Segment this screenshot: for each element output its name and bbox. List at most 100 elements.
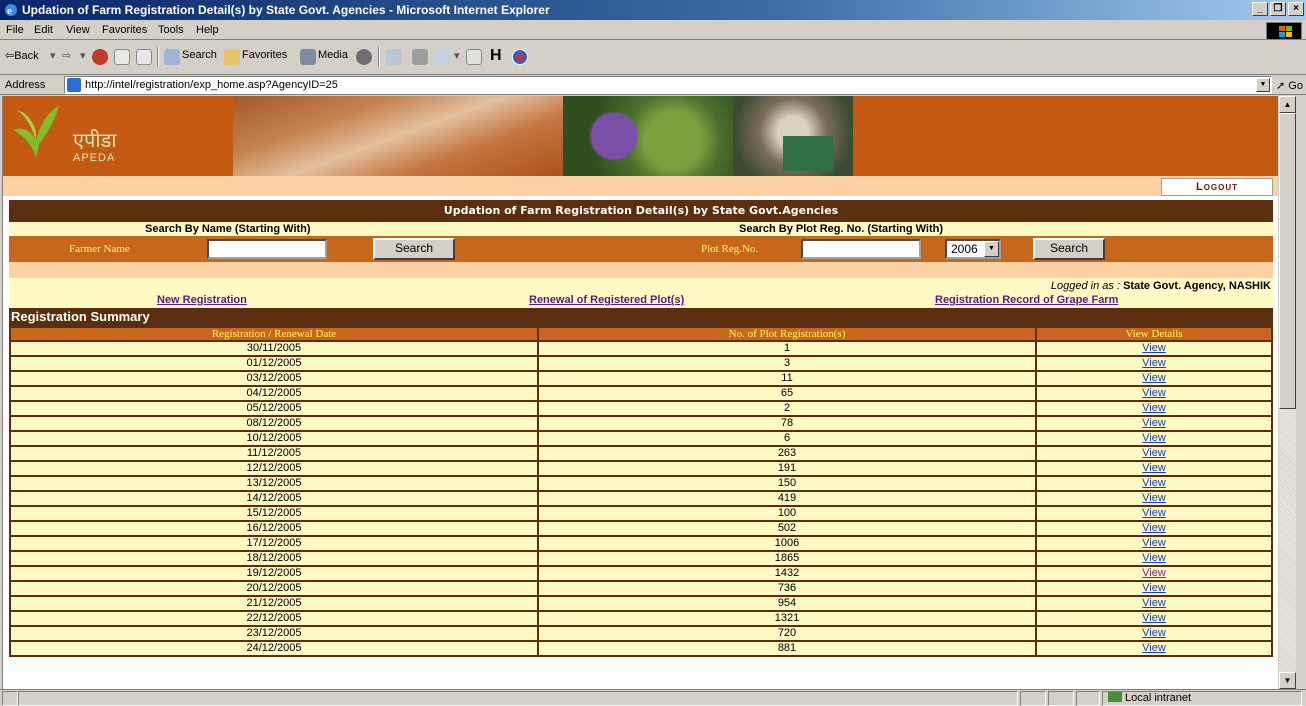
- view-link[interactable]: View: [1142, 612, 1166, 624]
- cell-view: View: [1035, 415, 1273, 432]
- menu-view[interactable]: View: [66, 24, 90, 36]
- view-link[interactable]: View: [1142, 582, 1166, 594]
- refresh-icon[interactable]: [114, 49, 130, 65]
- back-button[interactable]: ⇦Back: [5, 49, 39, 62]
- table-row: 23/12/2005 720 View: [9, 625, 1273, 642]
- plot-reg-input[interactable]: [801, 239, 921, 259]
- menu-file[interactable]: File: [6, 24, 24, 36]
- cell-count: 502: [537, 520, 1037, 537]
- view-link[interactable]: View: [1142, 387, 1166, 399]
- view-link[interactable]: View: [1142, 597, 1166, 609]
- menu-bar: File Edit View Favorites Tools Help: [0, 20, 1306, 40]
- h-icon[interactable]: H: [490, 47, 502, 65]
- media-button[interactable]: Media: [318, 49, 348, 61]
- farmer-name-input[interactable]: [207, 239, 327, 259]
- cell-date: 10/12/2005: [9, 430, 539, 447]
- menu-favorites[interactable]: Favorites: [102, 24, 147, 36]
- view-link[interactable]: View: [1142, 417, 1166, 429]
- table-row: 03/12/2005 11 View: [9, 370, 1273, 387]
- view-link[interactable]: View: [1142, 342, 1166, 354]
- view-link[interactable]: View: [1142, 552, 1166, 564]
- close-button[interactable]: ×: [1288, 2, 1304, 16]
- view-link[interactable]: View: [1142, 492, 1166, 504]
- view-link[interactable]: View: [1142, 372, 1166, 384]
- view-link[interactable]: View: [1142, 642, 1166, 654]
- view-link[interactable]: View: [1142, 537, 1166, 549]
- menu-edit[interactable]: Edit: [34, 24, 53, 36]
- history-icon[interactable]: [356, 49, 372, 65]
- zone-text: Local intranet: [1125, 692, 1192, 704]
- menu-help[interactable]: Help: [196, 24, 219, 36]
- address-dropdown-icon[interactable]: ▼: [1256, 78, 1270, 92]
- menu-tools[interactable]: Tools: [158, 24, 184, 36]
- farmer-search-button[interactable]: Search: [373, 238, 455, 260]
- cell-view: View: [1035, 580, 1273, 597]
- scroll-down-icon[interactable]: ▼: [1279, 672, 1296, 689]
- view-link[interactable]: View: [1142, 522, 1166, 534]
- messenger-icon[interactable]: [512, 49, 528, 65]
- edit-icon[interactable]: [434, 49, 450, 65]
- edit-dropdown-icon[interactable]: ▾: [454, 49, 460, 62]
- forward-dropdown-icon[interactable]: ▾: [80, 49, 86, 62]
- cell-view: View: [1035, 550, 1273, 567]
- cell-view: View: [1035, 565, 1273, 582]
- minimize-button[interactable]: _: [1252, 2, 1268, 16]
- view-link[interactable]: View: [1142, 357, 1166, 369]
- search-button[interactable]: Search: [182, 49, 217, 61]
- renewal-link[interactable]: Renewal of Registered Plot(s): [529, 294, 684, 306]
- view-link[interactable]: View: [1142, 447, 1166, 459]
- view-link[interactable]: View: [1142, 402, 1166, 414]
- view-link[interactable]: View: [1142, 477, 1166, 489]
- cell-count: 3: [537, 355, 1037, 372]
- mail-icon[interactable]: [386, 49, 402, 65]
- vertical-scrollbar[interactable]: ▲ ▼: [1279, 96, 1296, 689]
- page-icon: [67, 78, 81, 92]
- plot-search-button[interactable]: Search: [1033, 238, 1105, 260]
- scroll-thumb[interactable]: [1279, 113, 1296, 409]
- favorites-button[interactable]: Favorites: [242, 49, 287, 61]
- print-icon[interactable]: [412, 49, 428, 65]
- search-by-plot-heading: Search By Plot Reg. No. (Starting With): [739, 223, 944, 235]
- maximize-button[interactable]: ❐: [1270, 2, 1286, 16]
- view-link[interactable]: View: [1142, 462, 1166, 474]
- cell-view: View: [1035, 400, 1273, 417]
- forward-button[interactable]: ⇨: [62, 49, 71, 62]
- address-input[interactable]: http://intel/registration/exp_home.asp?A…: [64, 76, 1272, 94]
- cell-count: 150: [537, 475, 1037, 492]
- view-link[interactable]: View: [1142, 507, 1166, 519]
- cell-view: View: [1035, 340, 1273, 357]
- search-by-name-heading: Search By Name (Starting With): [145, 223, 311, 235]
- cell-date: 20/12/2005: [9, 580, 539, 597]
- cell-date: 30/11/2005: [9, 340, 539, 357]
- cell-date: 19/12/2005: [9, 565, 539, 582]
- banner-photo-crate: [783, 136, 833, 171]
- go-button[interactable]: ➚ Go: [1276, 79, 1303, 92]
- year-select[interactable]: 2006 ▼: [945, 239, 1001, 259]
- view-link[interactable]: View: [1142, 432, 1166, 444]
- year-dropdown-icon[interactable]: ▼: [984, 241, 999, 257]
- cell-count: 263: [537, 445, 1037, 462]
- col-header-count: No. of Plot Registration(s): [537, 326, 1037, 342]
- back-dropdown-icon[interactable]: ▾: [50, 49, 56, 62]
- table-row: 24/12/2005 881 View: [9, 640, 1273, 657]
- cell-view: View: [1035, 490, 1273, 507]
- cell-count: 1006: [537, 535, 1037, 552]
- cell-date: 18/12/2005: [9, 550, 539, 567]
- cell-count: 65: [537, 385, 1037, 402]
- scroll-up-icon[interactable]: ▲: [1279, 96, 1296, 113]
- stop-icon[interactable]: [92, 49, 108, 65]
- grape-farm-record-link[interactable]: Registration Record of Grape Farm: [935, 294, 1118, 306]
- new-registration-link[interactable]: New Registration: [157, 294, 247, 306]
- apeda-banner: एपीडा APEDA: [3, 96, 1278, 176]
- cell-view: View: [1035, 625, 1273, 642]
- cell-date: 05/12/2005: [9, 400, 539, 417]
- cell-date: 21/12/2005: [9, 595, 539, 612]
- logout-button[interactable]: Logout: [1161, 178, 1273, 196]
- logged-in-prefix: Logged in as :: [1050, 280, 1124, 292]
- discuss-icon[interactable]: [466, 49, 482, 65]
- view-link[interactable]: View: [1142, 627, 1166, 639]
- col-header-view: View Details: [1035, 326, 1273, 342]
- cell-view: View: [1035, 475, 1273, 492]
- home-icon[interactable]: [136, 49, 152, 65]
- view-link[interactable]: View: [1142, 567, 1166, 579]
